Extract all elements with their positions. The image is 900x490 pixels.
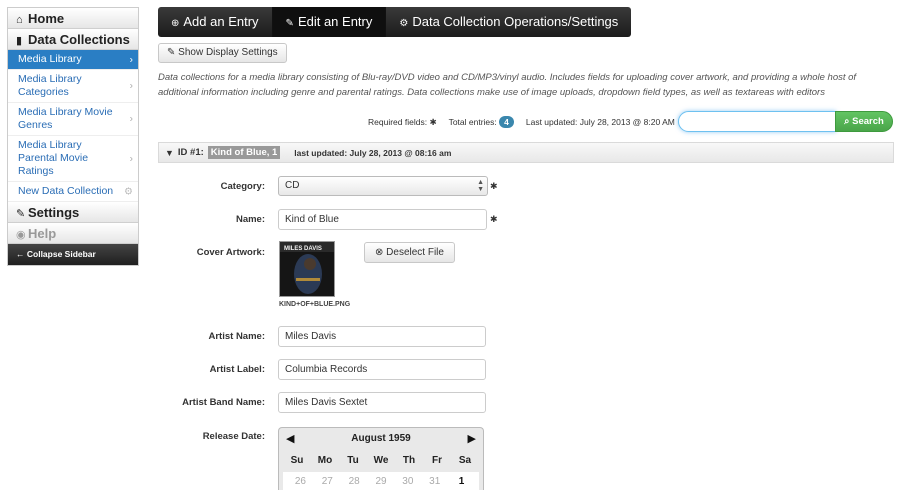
artist-name-label: Artist Name: [208,331,266,342]
entry-last-updated: last updated: July 28, 2013 @ 08:16 am [294,147,452,158]
required-fields-label: Required fields: [368,116,428,127]
cover-art-text: MILES DAVIS [284,246,322,252]
artist-label-field[interactable]: Columbia Records [278,359,486,380]
next-month-icon[interactable]: ▶ [468,428,476,450]
chevron-right-icon: › [129,113,133,125]
weekday: Tu [347,455,359,466]
sidebar-help-label: Help [28,226,57,241]
cover-artwork-image: MILES DAVIS [279,241,335,297]
last-updated-text: Last updated: July 28, 2013 @ 8:20 AM [525,117,675,127]
status-bar: Required fields: ✱ Total entries: 4 Last… [368,116,675,128]
search-button-label: Search [852,116,884,127]
tab-edit-entry[interactable]: ✎ Edit an Entry [272,7,387,37]
sidebar-data-collections-label: Data Collections [28,32,130,47]
search-button[interactable]: ⌕ Search [835,111,893,132]
weekday: Mo [317,455,333,466]
entry-name-badge: Kind of Blue, 1 [207,146,281,159]
deselect-label: Deselect File [386,247,444,258]
required-fields-info: Required fields: ✱ [368,117,437,128]
prev-month-icon[interactable]: ◀ [286,428,294,450]
remove-circle-icon: ⊗ [375,247,387,258]
sidebar-item-media-library-movie-genres[interactable]: Media Library Movie Genres › [8,103,138,136]
tab-add-entry[interactable]: ⊕ Add an Entry [158,7,273,37]
collection-description: Data collections for a media library con… [158,72,857,98]
weekday: Su [290,455,304,466]
sidebar-item-label: Media Library Categories [18,73,82,98]
search-input[interactable] [678,111,836,132]
entry-id: ID #1: [177,147,204,158]
calendar-day[interactable]: 27 [314,472,341,490]
plus-circle-icon: ⊕ [171,18,180,29]
sidebar-item-media-library-categories[interactable]: Media Library Categories › [8,70,138,103]
deselect-file-button[interactable]: ⊗ Deselect File [364,242,455,263]
sidebar-item-label: Media Library Parental Movie Ratings [18,139,89,177]
calendar-day[interactable]: 28 [341,472,368,490]
name-field[interactable]: Kind of Blue [278,209,487,230]
gear-icon: ⚙ [399,18,409,29]
tab-operations-settings[interactable]: ⚙ Data Collection Operations/Settings [386,7,631,37]
weekday: We [373,455,389,466]
help-icon: ◉ [16,229,26,241]
top-nav: ⊕ Add an Entry ✎ Edit an Entry ⚙ Data Colle… [158,7,632,37]
wrench-icon: ✎ [167,47,179,58]
sidebar-help[interactable]: ◉ Help [8,223,138,244]
calendar-day[interactable]: 29 [368,472,395,490]
chevron-right-icon: › [129,153,133,164]
total-entries-badge: 4 [499,116,514,128]
sidebar-home[interactable]: ⌂ Home [8,8,138,29]
calendar-day[interactable]: 30 [394,472,421,490]
calendar-day[interactable]: 31 [421,472,448,490]
artist-band-name-field[interactable]: Miles Davis Sextet [278,392,486,413]
calendar-day[interactable]: 26 [287,472,314,490]
sidebar: ⌂ Home ▮ Data Collections Media Library › M… [7,7,139,266]
calendar-week-row: 26 27 28 29 30 31 1 [283,472,479,490]
tab-label: Data Collection Operations/Settings [412,14,619,29]
required-mark: ✱ [429,116,437,127]
home-icon: ⌂ [16,14,23,26]
release-date-label: Release Date: [202,431,265,442]
search-icon: ⌕ [844,116,853,127]
weekday: Sa [458,455,472,466]
tab-label: Edit an Entry [297,14,373,29]
sidebar-data-collections-header[interactable]: ▮ Data Collections [8,29,138,50]
category-select[interactable]: CD ▲ ▼ [278,176,488,196]
show-display-settings-label: Show Display Settings [178,47,278,58]
calendar-weekdays: Su Mo Tu We Th Fr Sa [279,450,483,472]
sidebar-item-label: Media Library [18,53,82,65]
total-entries-label: Total entries: [448,117,497,127]
edit-icon: ✎ [285,18,294,29]
cover-filename: KIND+OF+BLUE.PNG [279,301,351,308]
calendar-day[interactable]: 1 [448,472,475,490]
chevron-right-icon: › [129,80,133,92]
sidebar-item-media-library-parental-ratings[interactable]: Media Library Parental Movie Ratings › [8,136,138,182]
entry-header[interactable]: ▼ ID #1: Kind of Blue, 1 last updated: J… [158,142,894,163]
select-arrows-icon: ▲ ▼ [477,179,484,193]
tab-label: Add an Entry [183,14,259,29]
category-value: CD [285,180,300,191]
chevron-right-icon: › [129,54,133,65]
artist-band-name-label: Artist Band Name: [182,397,265,408]
required-mark: ✱ [490,214,498,224]
weekday: Fr [432,455,442,466]
cover-artwork-label: Cover Artwork: [196,247,265,258]
book-icon: ▮ [16,35,23,47]
sidebar-home-label: Home [28,11,65,26]
sidebar-item-media-library[interactable]: Media Library › [8,50,138,70]
total-entries-info: Total entries: 4 [449,116,514,128]
calendar-month: August 1959 [351,433,411,444]
chevron-down-icon: ▼ [165,147,174,158]
name-label: Name: [235,214,265,225]
show-display-settings-button[interactable]: ✎ Show Display Settings [158,43,287,63]
calendar-header: ◀ August 1959 ▶ [279,428,483,450]
artist-name-field[interactable]: Miles Davis [278,326,486,347]
sidebar-item-label: Media Library Movie Genres [18,106,113,131]
weekday: Th [402,455,416,466]
required-mark: ✱ [490,181,498,191]
artist-label-label: Artist Label: [209,364,265,375]
category-label: Category: [220,181,265,192]
release-date-calendar: ◀ August 1959 ▶ Su Mo Tu We Th Fr Sa 26 … [278,427,484,490]
